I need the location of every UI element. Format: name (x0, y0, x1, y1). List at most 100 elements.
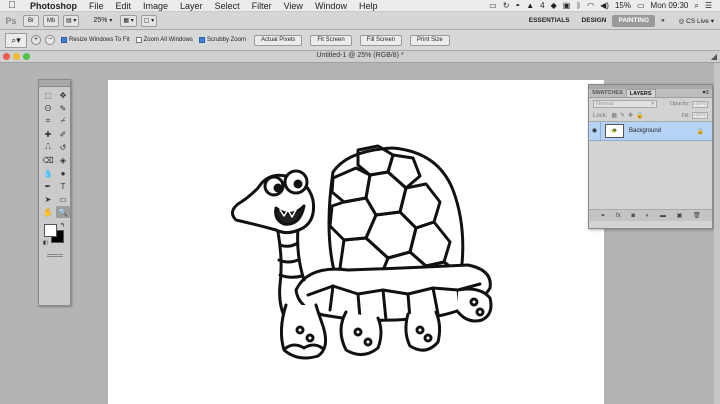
panel-menu-icon[interactable]: ▾≡ (702, 89, 709, 96)
foreground-color[interactable] (44, 224, 57, 237)
fill-input[interactable]: 100% (692, 112, 708, 119)
mini-bridge-button[interactable]: Mb (43, 14, 59, 27)
cs-live-button[interactable]: ◎ CS Live ▾ (679, 17, 714, 25)
bridge-button[interactable]: Br (23, 14, 39, 27)
checkbox-label: Resize Windows To Fit (69, 37, 130, 43)
menu-image[interactable]: Image (137, 1, 174, 11)
hand-icon[interactable]: ✋ (41, 206, 55, 218)
visibility-eye-icon[interactable]: ◉ (589, 121, 601, 141)
monitor-icon[interactable]: ▭ (489, 1, 497, 10)
pen-icon[interactable]: ✒ (41, 180, 55, 192)
type-icon[interactable]: T (56, 180, 70, 192)
tools-panel-header[interactable] (39, 80, 70, 87)
bluetooth-icon[interactable]: ᛒ (576, 1, 581, 10)
eyedropper-icon[interactable]: ⌿ (56, 115, 70, 127)
quick-mask-icon[interactable] (46, 254, 63, 257)
volume-icon[interactable]: ◀) (600, 1, 609, 10)
menu-file[interactable]: File (83, 1, 110, 11)
sync-icon[interactable]: ↻ (503, 1, 510, 10)
battery-icon[interactable]: ▭ (637, 1, 645, 10)
path-select-icon[interactable]: ➤ (41, 193, 55, 205)
resize-windows-checkbox[interactable]: Resize Windows To Fit (61, 37, 130, 43)
zoom-level[interactable]: 25% (93, 17, 107, 24)
new-group-icon[interactable]: ▬ (660, 213, 666, 219)
zoom-all-windows-checkbox[interactable]: Zoom All Windows (135, 37, 193, 43)
default-colors-icon[interactable]: ◧ (43, 240, 48, 246)
marquee-icon[interactable]: ⬚ (41, 89, 55, 101)
document-canvas[interactable] (108, 80, 604, 404)
blend-mode-select[interactable]: Normal ▾ (593, 100, 657, 108)
opacity-input[interactable]: 100% (692, 100, 708, 108)
menu-layer[interactable]: Layer (174, 1, 209, 11)
adjustment-layer-icon[interactable]: ◐ (646, 213, 650, 219)
menu-window[interactable]: Window (309, 1, 353, 11)
lock-all-icon[interactable]: 🔒 (636, 112, 643, 119)
blend-row: Normal ▾ Opacity: 100% (589, 98, 712, 110)
eraser-icon[interactable]: ⌫ (41, 154, 55, 166)
tab-layers[interactable]: LAYERS (625, 89, 656, 97)
dodge-icon[interactable]: ● (56, 167, 70, 179)
layer-mask-icon[interactable]: ◙ (631, 213, 635, 219)
tab-swatches[interactable]: SWATCHES (589, 89, 626, 97)
menu-filter[interactable]: Filter (246, 1, 278, 11)
workspace-design[interactable]: DESIGN (576, 15, 613, 27)
blur-icon[interactable]: 💧 (41, 167, 55, 179)
more-workspaces-button[interactable]: » (655, 15, 671, 27)
cs-live-label: CS Live (686, 17, 709, 25)
adobe-icon[interactable]: ▲ (526, 1, 534, 10)
crop-icon[interactable]: ⌗ (41, 115, 55, 127)
scrubby-zoom-checkbox[interactable]: Scrubby Zoom (198, 37, 246, 43)
vertical-scrollbar[interactable] (714, 63, 720, 404)
healing-icon[interactable]: ✚ (41, 128, 55, 140)
menu-help[interactable]: Help (353, 1, 384, 11)
stamp-icon[interactable]: ⎍ (41, 141, 55, 153)
workspace-painting[interactable]: PAINTING (612, 14, 656, 27)
evernote-icon[interactable]: ◓ (515, 1, 520, 10)
blend-mode-value: Normal (596, 101, 614, 107)
lock-transparency-icon[interactable]: ▦ (611, 112, 617, 119)
resize-icon[interactable]: ◢ (711, 52, 717, 61)
lock-pixels-icon[interactable]: ✎ (620, 112, 625, 119)
tool-preset-picker[interactable]: ⌕ ▾ (5, 32, 27, 48)
view-extras-button[interactable]: ▤ ▾ (63, 14, 80, 27)
move-icon[interactable]: ✥ (56, 89, 70, 101)
brush-icon[interactable]: ✐ (56, 128, 70, 140)
layers-footer: ⚭ fx ◙ ◐ ▬ ▣ 🗑 (589, 209, 712, 221)
delete-layer-icon[interactable]: 🗑 (693, 212, 701, 219)
clock[interactable]: Mon 09:30 (651, 1, 689, 10)
apple-icon[interactable]:  (0, 0, 24, 11)
layer-row-background[interactable]: ◉ 🐢 Background 🔒 (589, 121, 712, 141)
dropbox-icon[interactable]: ◆ (551, 1, 557, 10)
history-brush-icon[interactable]: ↺ (56, 141, 70, 153)
chevron-down-icon: ▾ (651, 101, 654, 107)
menu-select[interactable]: Select (209, 1, 246, 11)
swap-colors-icon[interactable]: ↰ (60, 222, 65, 229)
quick-select-icon[interactable]: ✎ (56, 102, 70, 114)
zoom-icon[interactable]: 🔍 (56, 206, 70, 218)
fit-screen-button[interactable]: Fit Screen (310, 34, 352, 46)
workspace-essentials[interactable]: ESSENTIALS (523, 15, 576, 27)
menu-app[interactable]: Photoshop (24, 1, 83, 11)
layers-empty-area (589, 141, 712, 209)
lasso-icon[interactable]: ʘ (41, 102, 55, 114)
layer-style-icon[interactable]: fx (616, 213, 621, 219)
airplay-icon[interactable]: ▣ (563, 1, 571, 10)
zoom-in-icon[interactable]: + (31, 35, 41, 45)
shape-icon[interactable]: ▭ (56, 193, 70, 205)
lock-position-icon[interactable]: ✥ (628, 112, 633, 119)
new-layer-icon[interactable]: ▣ (677, 212, 683, 219)
paint-bucket-icon[interactable]: ◈ (56, 154, 70, 166)
link-layers-icon[interactable]: ⚭ (600, 212, 605, 219)
print-size-button[interactable]: Print Size (410, 34, 450, 46)
menu-edit[interactable]: Edit (110, 1, 138, 11)
wifi-icon[interactable]: ◠ (587, 1, 594, 10)
actual-pixels-button[interactable]: Actual Pixels (253, 34, 303, 46)
fill-screen-button[interactable]: Fill Screen (359, 34, 402, 46)
zoom-out-icon[interactable]: − (45, 35, 55, 45)
notification-center-icon[interactable]: ☰ (705, 1, 712, 10)
screen-mode-button[interactable]: ▢ ▾ (140, 14, 158, 27)
menu-view[interactable]: View (278, 1, 309, 11)
arrange-documents-button[interactable]: ▦ ▾ (120, 14, 137, 27)
zoom-dropdown-icon[interactable]: ▾ (109, 17, 112, 24)
search-icon[interactable]: ⌕ (694, 1, 698, 11)
